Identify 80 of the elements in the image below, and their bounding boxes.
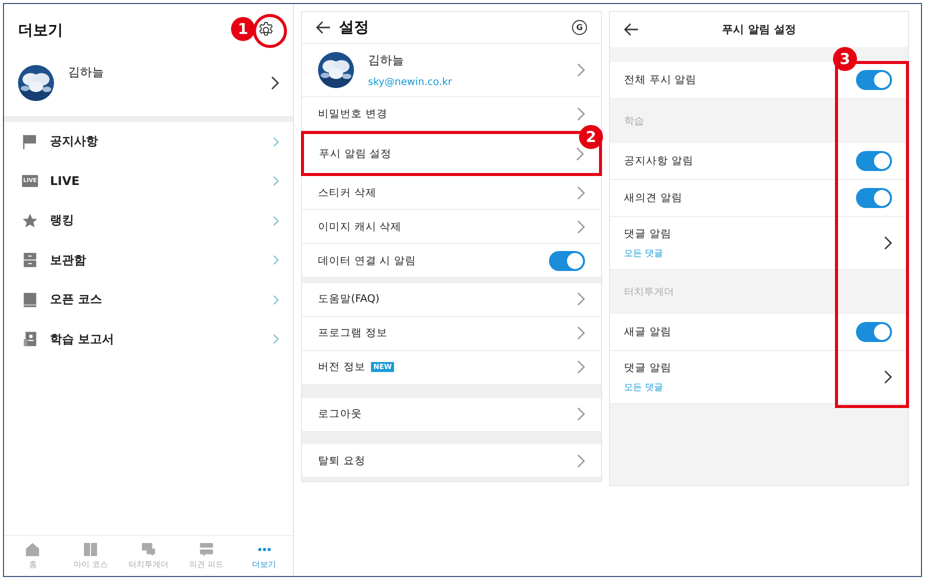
item-label: 버전 정보 <box>318 360 366 374</box>
item-label: 전체 푸시 알림 <box>624 73 698 87</box>
chevron-icon <box>884 370 892 384</box>
profile-email: sky@newin.co.kr <box>368 77 454 88</box>
toggle-switch[interactable] <box>856 70 892 90</box>
chevron-icon <box>273 255 279 266</box>
settings-item[interactable]: 공지사항 알림 <box>610 143 908 180</box>
menu-item[interactable]: 공지사항 <box>4 122 293 162</box>
item-value: 모든 댓글 <box>624 248 664 260</box>
toggle-switch[interactable] <box>856 151 892 171</box>
menu-item[interactable]: 랭킹 <box>4 201 293 240</box>
item-label: 스티커 삭제 <box>318 186 376 200</box>
settings-item[interactable]: 프로그램 정보 <box>302 316 601 351</box>
item-label: 새글 알림 <box>624 325 672 339</box>
chevron-icon <box>577 186 585 200</box>
chevron-icon <box>273 176 279 186</box>
settings-item[interactable]: 새글 알림 <box>610 314 908 351</box>
chevron-icon <box>577 360 585 374</box>
chevron-icon <box>577 454 585 468</box>
settings-item[interactable]: 스티커 삭제 <box>302 176 601 210</box>
profile-name: 김하늘 <box>368 52 405 70</box>
chevron-icon <box>884 236 892 250</box>
item-label: 로그아웃 <box>318 407 362 422</box>
profile-name: 김하늘 <box>68 64 105 81</box>
drawer-icon <box>22 252 38 268</box>
menu-item[interactable]: 보관함 <box>4 240 293 280</box>
step-badge: 1 <box>231 17 255 41</box>
settings-item[interactable]: 댓글 알림 모든 댓글 <box>610 351 908 404</box>
feed-icon <box>198 542 214 557</box>
item-label: 이미지 캐시 삭제 <box>318 220 402 234</box>
chat-icon <box>140 542 156 557</box>
item-label: 비밀번호 변경 <box>318 106 388 121</box>
item-label: 공지사항 알림 <box>624 154 694 168</box>
page-title: 푸시 알림 설정 <box>722 22 796 37</box>
tab-bar-item[interactable]: 더보기 <box>235 536 293 576</box>
item-label: 프로그램 정보 <box>318 326 388 340</box>
book-icon <box>22 292 38 308</box>
star-icon <box>22 212 38 229</box>
chevron-icon <box>577 63 585 78</box>
item-label: 댓글 알림 <box>624 226 672 240</box>
item-label: 새의견 알림 <box>624 191 684 205</box>
chevron-icon <box>577 292 585 306</box>
toggle-switch[interactable] <box>856 322 892 342</box>
settings-item[interactable]: 이미지 캐시 삭제 <box>302 210 601 244</box>
chevron-icon <box>577 326 585 340</box>
back-arrow-icon[interactable] <box>624 23 639 36</box>
chevron-icon <box>577 220 585 234</box>
item-label: 탈퇴 요청 <box>318 454 366 468</box>
chevron-icon <box>577 106 585 121</box>
chevron-icon <box>273 136 279 147</box>
settings-item[interactable]: 도움말(FAQ) <box>302 282 601 317</box>
flag-icon <box>22 134 38 150</box>
chevron-icon <box>271 76 279 90</box>
page-title: 설정 <box>339 18 370 37</box>
chevron-icon <box>576 146 584 161</box>
step-badge: 3 <box>833 47 857 71</box>
item-label: 데이터 연결 시 알림 <box>318 254 416 268</box>
item-label: 푸시 알림 설정 <box>319 146 392 161</box>
settings-item[interactable]: 댓글 알림 모든 댓글 <box>610 217 908 270</box>
chevron-icon <box>273 334 279 344</box>
chevron-icon <box>273 216 279 226</box>
item-label: 댓글 알림 <box>624 360 672 374</box>
step-badge: 2 <box>579 125 603 150</box>
menu-item[interactable]: 학습 보고서 <box>4 320 293 359</box>
item-label: 도움말(FAQ) <box>318 292 380 306</box>
back-arrow-icon[interactable] <box>316 20 331 34</box>
page-title: 더보기 <box>18 20 63 40</box>
settings-item[interactable]: 새의견 알림 <box>610 180 908 217</box>
g-icon[interactable]: G <box>572 20 587 35</box>
toggle-switch[interactable] <box>549 250 585 271</box>
item-value: 모든 댓글 <box>624 382 664 394</box>
book-icon <box>83 542 98 557</box>
chevron-icon <box>577 407 585 422</box>
toggle-switch[interactable] <box>856 188 892 208</box>
section-header: 터치투게더 <box>624 286 674 299</box>
home-icon <box>25 542 40 557</box>
section-header: 학습 <box>624 115 644 128</box>
report-icon <box>22 331 38 348</box>
menu-item[interactable]: 오픈 코스 <box>4 280 293 320</box>
chevron-icon <box>273 294 279 305</box>
